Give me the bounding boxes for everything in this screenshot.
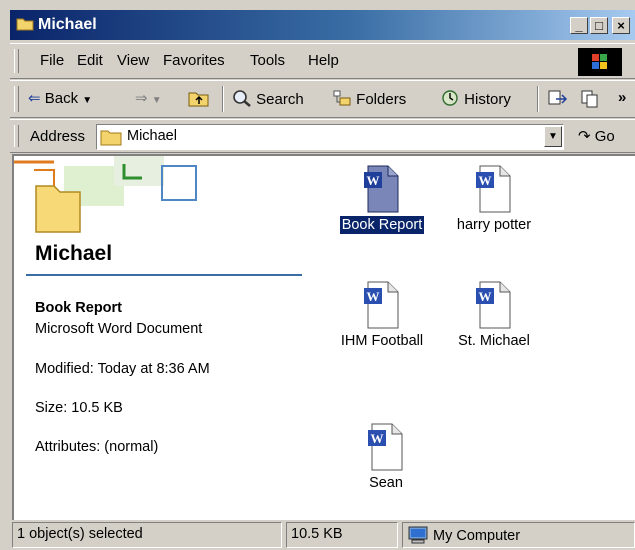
address-dropdown-button[interactable]: ▼ bbox=[544, 126, 562, 147]
toolbar-separator bbox=[537, 86, 539, 112]
status-size: 10.5 KB bbox=[286, 522, 398, 548]
svg-text:W: W bbox=[479, 289, 492, 304]
back-label: Back bbox=[44, 90, 79, 107]
go-button[interactable]: ↷ Go bbox=[578, 127, 615, 145]
chevron-down-icon: ▼ bbox=[548, 131, 558, 142]
address-value: Michael bbox=[127, 128, 177, 144]
window-title: Michael bbox=[38, 16, 97, 33]
toolbar-grip[interactable] bbox=[14, 86, 19, 112]
windows-logo-icon bbox=[578, 48, 622, 76]
history-button[interactable]: History bbox=[440, 89, 511, 108]
folders-label: Folders bbox=[356, 91, 407, 108]
title-bar[interactable]: Michael _ □ × bbox=[10, 10, 635, 40]
selected-file-modified: Modified: Today at 8:36 AM bbox=[35, 361, 210, 377]
selected-file-attributes: Attributes: (normal) bbox=[35, 439, 159, 455]
svg-text:W: W bbox=[367, 289, 380, 304]
status-selection: 1 object(s) selected bbox=[12, 522, 282, 548]
menu-bar: File Edit View Favorites Tools Help bbox=[10, 43, 635, 79]
close-button[interactable]: × bbox=[612, 17, 630, 34]
folder-banner-graphic bbox=[14, 156, 197, 233]
svg-text:W: W bbox=[479, 173, 492, 188]
menu-file[interactable]: File bbox=[40, 52, 64, 69]
move-to-button[interactable] bbox=[547, 89, 569, 113]
svg-text:W: W bbox=[367, 173, 380, 188]
go-label: Go bbox=[594, 128, 615, 145]
back-dropdown-icon[interactable]: ▼ bbox=[82, 95, 92, 106]
move-to-icon bbox=[548, 90, 568, 105]
status-selection-text: 1 object(s) selected bbox=[17, 526, 143, 542]
file-item[interactable]: W IHM Football bbox=[327, 280, 437, 350]
file-item[interactable]: W harry potter bbox=[439, 164, 549, 234]
word-document-icon: W bbox=[476, 165, 511, 213]
address-input[interactable]: Michael ▼ bbox=[96, 124, 564, 150]
history-icon bbox=[442, 90, 458, 106]
word-document-icon: W bbox=[476, 281, 511, 329]
copy-to-icon bbox=[581, 90, 598, 108]
folder-view: Michael Book Report Microsoft Word Docum… bbox=[12, 154, 635, 520]
forward-arrow-icon: ⇒ bbox=[135, 90, 148, 107]
my-computer-icon bbox=[408, 526, 428, 544]
heading-divider bbox=[26, 274, 302, 276]
file-label: St. Michael bbox=[458, 333, 530, 349]
address-grip[interactable] bbox=[14, 125, 19, 147]
menu-tools[interactable]: Tools bbox=[250, 52, 285, 69]
folders-icon bbox=[333, 90, 351, 106]
maximize-button[interactable]: □ bbox=[590, 17, 608, 34]
up-folder-button[interactable] bbox=[188, 89, 210, 111]
go-arrow-icon: ↷ bbox=[578, 128, 591, 145]
standard-toolbar: ⇐ Back ▼ ⇒ ▼ Search Folders History » bbox=[10, 80, 635, 118]
history-label: History bbox=[464, 91, 511, 108]
search-button[interactable]: Search bbox=[232, 89, 304, 108]
menu-edit[interactable]: Edit bbox=[77, 52, 103, 69]
file-label: Sean bbox=[369, 475, 403, 491]
search-label: Search bbox=[256, 91, 304, 108]
toolbar-separator bbox=[222, 86, 224, 112]
menu-view[interactable]: View bbox=[117, 52, 149, 69]
status-zone: My Computer bbox=[402, 522, 635, 548]
status-zone-text: My Computer bbox=[433, 528, 521, 544]
up-folder-icon bbox=[188, 92, 209, 107]
minimize-button[interactable]: _ bbox=[570, 17, 588, 34]
search-icon bbox=[233, 90, 251, 107]
word-document-icon: W bbox=[364, 281, 399, 329]
folder-icon bbox=[16, 18, 34, 31]
menu-favorites[interactable]: Favorites bbox=[163, 52, 225, 69]
back-arrow-icon: ⇐ bbox=[28, 90, 41, 107]
selected-file-type: Microsoft Word Document bbox=[35, 321, 203, 337]
folder-icon bbox=[100, 130, 122, 146]
menu-help[interactable]: Help bbox=[308, 52, 339, 69]
folder-name-heading: Michael bbox=[35, 242, 113, 265]
file-item[interactable]: W St. Michael bbox=[439, 280, 549, 350]
file-item[interactable]: W Book Report bbox=[327, 164, 437, 235]
svg-text:W: W bbox=[371, 431, 384, 446]
copy-to-button[interactable] bbox=[580, 89, 602, 113]
menu-grip[interactable] bbox=[14, 49, 19, 73]
file-label: harry potter bbox=[456, 217, 532, 233]
file-item[interactable]: W Sean bbox=[331, 422, 441, 492]
address-bar: Address Michael ▼ ↷ Go bbox=[10, 119, 635, 153]
status-size-text: 10.5 KB bbox=[291, 526, 343, 542]
selected-file-size: Size: 10.5 KB bbox=[35, 400, 123, 416]
word-document-icon: W bbox=[368, 423, 403, 471]
file-label: Book Report bbox=[338, 215, 426, 235]
file-label: IHM Football bbox=[340, 333, 424, 349]
forward-button[interactable]: ⇒ ▼ bbox=[135, 89, 162, 107]
toolbar-overflow-button[interactable]: » bbox=[618, 89, 626, 106]
address-label: Address bbox=[30, 128, 86, 145]
folders-button[interactable]: Folders bbox=[332, 89, 406, 108]
back-button[interactable]: ⇐ Back ▼ bbox=[28, 89, 92, 107]
forward-dropdown-icon[interactable]: ▼ bbox=[152, 95, 162, 106]
word-document-icon: W bbox=[364, 165, 399, 213]
explorer-window: Michael _ □ × File Edit View Favorites T… bbox=[0, 0, 635, 550]
selected-file-name: Book Report bbox=[35, 300, 122, 316]
